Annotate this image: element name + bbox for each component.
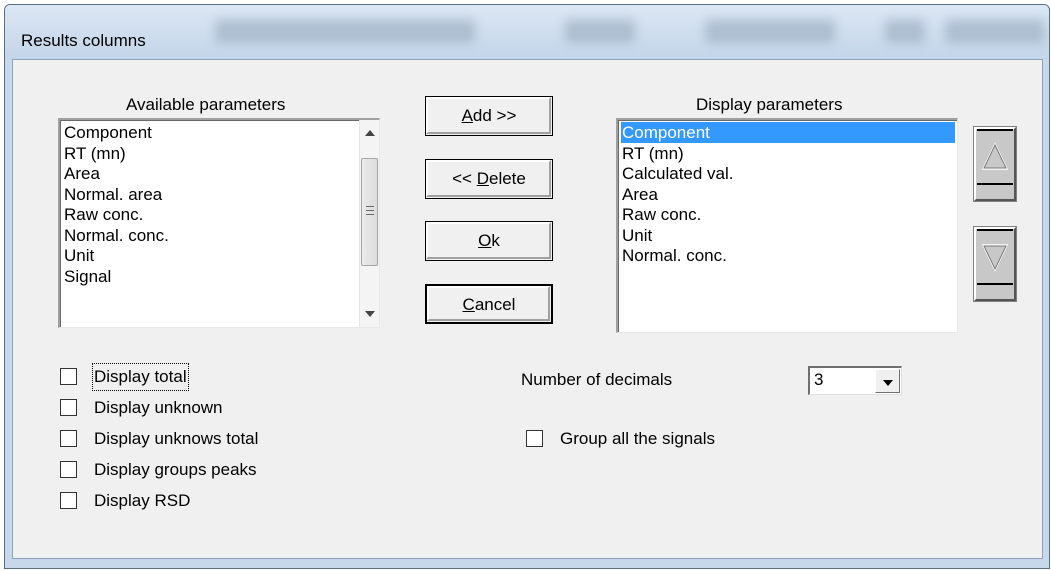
available-parameter-item[interactable]: Unit xyxy=(63,245,94,266)
available-parameters-list[interactable]: Component RT (mn) Area Normal. area Raw conc… xyxy=(58,118,380,328)
window-title: Results columns xyxy=(21,31,146,50)
blurred-header-fragment xyxy=(215,19,475,43)
grip-line xyxy=(366,206,374,207)
grip-line xyxy=(366,210,374,211)
display-groups-peaks-checkbox[interactable] xyxy=(60,461,77,478)
display-parameter-item[interactable]: Raw conc. xyxy=(621,204,955,225)
available-parameter-item[interactable]: Normal. area xyxy=(63,184,162,205)
available-parameter-item[interactable]: Normal. conc. xyxy=(63,225,169,246)
blurred-header-fragment xyxy=(885,19,925,43)
display-parameter-item[interactable]: Calculated val. xyxy=(621,163,955,184)
available-parameter-item[interactable]: Raw conc. xyxy=(63,204,143,225)
scroll-thumb[interactable] xyxy=(361,158,378,266)
number-of-decimals-value: 3 xyxy=(814,370,824,389)
add-button[interactable]: Add >> xyxy=(425,96,553,136)
display-unknown-label: Display unknown xyxy=(94,398,223,417)
ok-button[interactable]: Ok xyxy=(425,221,553,261)
ok-button-label: Ok xyxy=(478,231,500,250)
display-parameter-item[interactable]: Normal. conc. xyxy=(621,245,955,266)
group-all-signals-checkbox[interactable] xyxy=(526,430,543,447)
display-parameter-item[interactable]: Unit xyxy=(621,225,955,246)
scroll-up-arrow-icon[interactable] xyxy=(365,130,375,136)
bottom-line xyxy=(977,183,1013,185)
chevron-down-icon xyxy=(883,380,893,386)
display-rsd-checkbox[interactable] xyxy=(60,492,77,509)
move-up-button[interactable] xyxy=(973,126,1017,202)
grip-line xyxy=(366,214,374,215)
display-groups-peaks-label: Display groups peaks xyxy=(94,460,257,479)
title-bar[interactable]: Results columns xyxy=(5,5,1049,59)
blurred-header-fragment xyxy=(705,19,835,43)
available-parameter-item[interactable]: RT (mn) xyxy=(63,143,126,164)
top-line xyxy=(977,129,1013,131)
available-parameter-item[interactable]: Area xyxy=(63,163,100,184)
display-unknown-checkbox[interactable] xyxy=(60,399,77,416)
dialog-body: Available parameters Component RT (mn) Are… xyxy=(12,59,1043,559)
display-total-checkbox[interactable] xyxy=(60,368,77,385)
move-down-button[interactable] xyxy=(973,226,1017,302)
display-unknowns-total-checkbox[interactable] xyxy=(60,430,77,447)
blurred-header-fragment xyxy=(565,19,635,43)
display-parameter-item[interactable]: Area xyxy=(621,184,955,205)
bottom-line xyxy=(977,283,1013,285)
delete-button[interactable]: << Delete xyxy=(425,159,553,199)
cancel-button[interactable]: Cancel xyxy=(425,284,553,324)
display-total-label: Display total xyxy=(92,363,189,391)
available-parameters-label: Available parameters xyxy=(126,95,286,114)
dropdown-button[interactable] xyxy=(875,369,900,393)
scroll-down-arrow-icon[interactable] xyxy=(365,311,375,317)
triangle-up-icon xyxy=(981,142,1009,170)
add-button-label: Add >> xyxy=(461,106,517,125)
available-parameter-item[interactable]: Component xyxy=(63,122,152,143)
available-parameter-item[interactable]: Signal xyxy=(63,266,111,287)
display-unknowns-total-label: Display unknows total xyxy=(94,429,259,448)
display-parameter-item[interactable]: RT (mn) xyxy=(621,143,955,164)
display-parameters-list[interactable]: Component RT (mn) Calculated val. Area Raw c… xyxy=(616,118,958,333)
number-of-decimals-label: Number of decimals xyxy=(521,370,673,389)
blurred-header-fragment xyxy=(945,19,1045,43)
display-rsd-label: Display RSD xyxy=(94,491,191,510)
triangle-down-icon xyxy=(981,244,1009,272)
delete-button-label: << Delete xyxy=(452,169,526,188)
display-parameters-label: Display parameters xyxy=(696,95,843,114)
number-of-decimals-select[interactable]: 3 xyxy=(808,366,902,395)
group-all-signals-label: Group all the signals xyxy=(560,429,715,448)
results-columns-dialog: Results columns Available parameters Com… xyxy=(4,4,1050,569)
cancel-button-label: Cancel xyxy=(462,295,516,314)
available-list-scrollbar[interactable] xyxy=(359,120,379,327)
top-line xyxy=(977,229,1013,231)
display-parameter-item[interactable]: Component xyxy=(621,122,955,143)
